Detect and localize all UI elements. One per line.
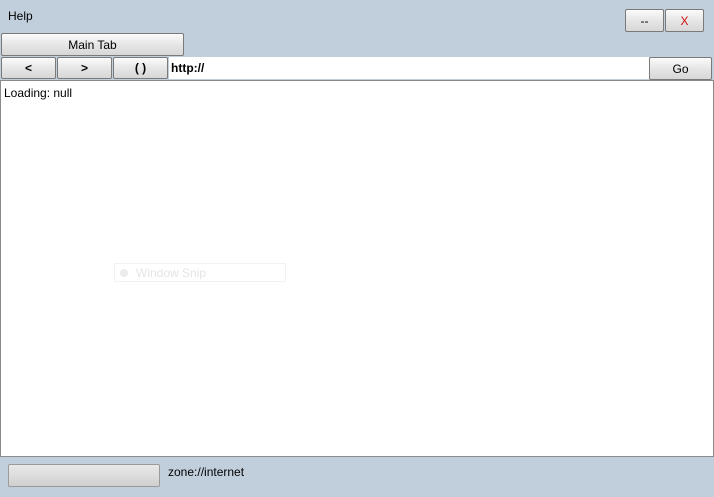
close-button[interactable]: X — [665, 9, 704, 32]
help-menu[interactable]: Help — [8, 9, 33, 23]
tab-main[interactable]: Main Tab — [1, 33, 184, 56]
window-snip-overlay: Window Snip — [114, 263, 286, 282]
browser-content-area[interactable]: Loading: null Window Snip — [0, 80, 714, 457]
go-button[interactable]: Go — [649, 57, 712, 80]
minimize-button[interactable]: -- — [625, 9, 664, 32]
url-input[interactable] — [169, 57, 649, 79]
forward-button[interactable]: > — [57, 57, 112, 79]
snip-icon — [120, 268, 128, 277]
zone-status-text: zone://internet — [168, 465, 245, 479]
window-snip-label: Window Snip — [136, 265, 207, 280]
loading-text: Loading: null — [4, 86, 73, 100]
back-button[interactable]: < — [1, 57, 56, 79]
reload-button[interactable]: ( ) — [113, 57, 168, 79]
progress-bar — [8, 464, 160, 487]
